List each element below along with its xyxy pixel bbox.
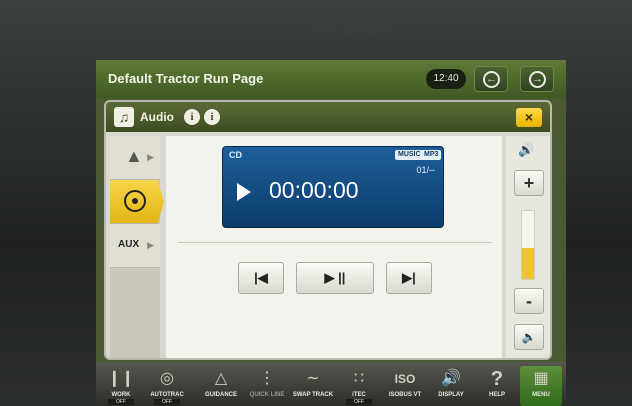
guidance-icon: △ [214,370,228,387]
shortcut-label: AUTOTRAC [150,392,184,398]
player-display: CD MUSIC MP3 01/-- 00:00:00 [222,146,444,228]
source-selector: ▲ ▶ AUX ▶ [110,136,164,358]
steering-wheel-icon: ◎ [160,370,174,387]
mute-button[interactable]: 🔈 [514,324,544,350]
shortcut-quick-line[interactable]: ⋮ QUICK LINE [246,366,288,406]
play-pause-button[interactable]: ▶ || [296,262,374,294]
run-page-header: Default Tractor Run Page 12:40 ← → [96,60,566,98]
page-title: Default Tractor Run Page [108,71,264,86]
shortcut-label: DISPLAY [438,392,464,398]
back-button[interactable]: ← [474,66,508,92]
arrow-left-icon: ← [483,71,500,88]
help-icon: ? [490,368,504,390]
shortcut-label: iTEC [352,392,366,398]
track-number: 01/-- [416,165,435,175]
clock: 12:40 [426,69,466,89]
divider [178,242,492,243]
volume-up-button[interactable]: + [514,170,544,196]
iso-icon: ISO [394,372,416,386]
source-tab-radio[interactable]: ▲ ▶ [110,136,160,180]
shortcut-label: QUICK LINE [249,392,285,398]
source-tab-cd[interactable] [110,180,164,224]
speaker-icon: 🔊 [518,142,535,157]
info-icon[interactable]: i [184,109,200,125]
volume-level-fill [522,248,534,279]
speaker-mute-icon: 🔈 [521,330,537,344]
shortcut-label: GUIDANCE [204,392,237,398]
arrow-right-icon: → [529,71,546,88]
source-tab-aux[interactable]: AUX ▶ [110,224,160,268]
aux-label: AUX [118,239,140,250]
shortcut-itec[interactable]: ∷ iTEC OFF [338,366,380,406]
display-bezel: JOHN DEERE Default Tractor Run Page 12:4… [0,0,632,406]
itec-icon: ∷ [353,370,365,387]
forward-button[interactable]: → [520,66,554,92]
shortcut-label: MENU [532,392,550,398]
music-badge: MUSIC [395,150,424,160]
brand-logo: JOHN DEERE [289,22,401,38]
screen: Default Tractor Run Page 12:40 ← → ♫ Aud… [96,60,566,406]
shortcut-status: OFF [154,399,180,405]
shortcut-display[interactable]: 🔊 DISPLAY [430,366,472,406]
menu-grid-icon: ▦ [533,370,549,387]
shortcut-label: SWAP TRACK [292,392,334,398]
display-settings-icon: 🔊 [441,370,461,387]
shortcut-bar: ❙❙ WORK OFF ◎ AUTOTRAC OFF △ GUIDANCE ⋮ … [96,362,566,406]
next-track-button[interactable]: ▶| [386,262,432,294]
shortcut-label: WORK [111,392,131,398]
shortcut-label: ISOBUS VT [388,392,422,398]
mp3-badge: MP3 [421,150,442,160]
pause-icon: ❙❙ [107,370,135,387]
audio-dialog: ♫ Audio i i × ▲ ▶ AUX ▶ CD MUSIC MP3 01/… [104,100,552,360]
volume-level-bar[interactable] [521,210,535,280]
elapsed-time: 00:00:00 [269,177,359,203]
cd-icon [124,190,146,212]
shortcut-isobus-vt[interactable]: ISO ISOBUS VT [384,366,426,406]
play-icon [237,183,251,201]
dialog-header: ♫ Audio i i × [106,102,550,132]
close-button[interactable]: × [516,108,542,127]
shortcut-status: OFF [346,399,372,405]
quick-line-icon: ⋮ [259,370,275,387]
volume-down-button[interactable]: - [514,288,544,314]
shortcut-status: OFF [108,399,134,405]
shortcut-work[interactable]: ❙❙ WORK OFF [100,366,142,406]
antenna-icon: ▲ [125,146,143,166]
shortcut-menu[interactable]: ▦ MENU [520,366,562,406]
dialog-title: Audio [140,110,174,124]
swap-track-icon: ∼ [306,370,320,387]
source-name: CD [229,150,242,160]
music-note-icon: ♫ [114,107,134,127]
shortcut-label: HELP [488,392,505,398]
shortcut-swap-track[interactable]: ∼ SWAP TRACK [292,366,334,406]
shortcut-help[interactable]: ? HELP [476,366,518,406]
chevron-right-icon: ▶ [147,152,154,162]
info-alt-icon[interactable]: i [204,109,220,125]
volume-panel: 🔊 + - 🔈 [506,136,550,358]
shortcut-autotrac[interactable]: ◎ AUTOTRAC OFF [146,366,188,406]
chevron-right-icon: ▶ [147,240,154,250]
previous-track-button[interactable]: |◀ [238,262,284,294]
player-panel: CD MUSIC MP3 01/-- 00:00:00 |◀ ▶ || ▶| [166,136,502,358]
shortcut-guidance[interactable]: △ GUIDANCE [200,366,242,406]
